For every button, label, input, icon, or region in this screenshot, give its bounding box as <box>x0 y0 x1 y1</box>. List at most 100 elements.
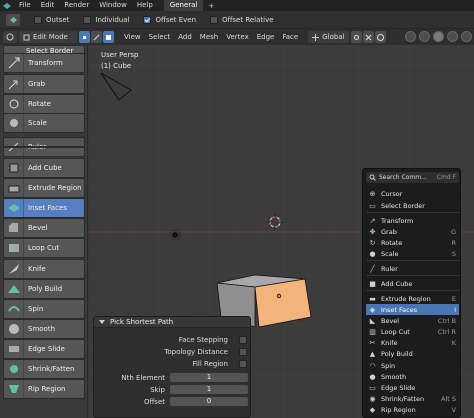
menu-help[interactable]: Help <box>132 0 158 11</box>
pivot-point-icon[interactable] <box>350 31 362 43</box>
offset-relative-check-box[interactable] <box>210 15 219 24</box>
popup-item-inset-faces[interactable]: ◆ Inset Faces I <box>366 304 459 315</box>
shelf-item-rotate[interactable]: Rotate <box>3 94 85 114</box>
blender-logo-icon[interactable] <box>0 0 14 11</box>
vertex-select-mode[interactable] <box>79 31 90 43</box>
offset-even-checkbox[interactable]: Offset Even <box>143 15 196 24</box>
outset-check-box[interactable] <box>34 15 42 24</box>
topology-distance-checkbox[interactable] <box>239 347 247 356</box>
popup-item-label: Scale <box>381 249 399 258</box>
individual-check-box[interactable] <box>83 15 92 24</box>
operator-redo-panel[interactable]: Pick Shortest Path Face Stepping Topolog… <box>93 316 251 418</box>
popup-item-rotate[interactable]: ↻ Rotate R <box>366 237 459 248</box>
inset-tool-icon[interactable] <box>6 13 20 26</box>
selected-face[interactable] <box>254 278 312 328</box>
nth-element-field[interactable]: 1 <box>170 373 248 382</box>
shelf-item-rip-region[interactable]: Rip Region <box>3 379 85 399</box>
viewport-object-name: (1) Cube <box>101 62 132 70</box>
menu-file[interactable]: File <box>14 0 36 11</box>
popup-item-extrude-region[interactable]: ▬ Extrude Region E <box>366 293 459 304</box>
operator-panel-header[interactable]: Pick Shortest Path <box>94 317 250 328</box>
proportional-edit-icon[interactable] <box>374 31 386 43</box>
outset-checkbox[interactable]: Outset <box>34 15 69 24</box>
popup-item-label: Ruler <box>381 264 398 273</box>
popup-item-transform[interactable]: ↗ Transform <box>366 215 459 226</box>
shelf-item-knife[interactable]: Knife <box>3 259 85 279</box>
menu-window[interactable]: Window <box>94 0 132 11</box>
shelf-item-loop-cut[interactable]: Loop Cut <box>3 238 85 258</box>
menu-render[interactable]: Render <box>59 0 94 11</box>
search-commands[interactable]: Search Comm... Cmd F <box>366 172 459 183</box>
face-stepping-row[interactable]: Face Stepping <box>94 334 252 345</box>
popup-item-select-border[interactable]: ▭ Select Border <box>366 200 459 211</box>
fill-region-checkbox[interactable] <box>239 359 247 368</box>
popup-item-loop-cut[interactable]: ▥ Loop Cut Ctrl R <box>366 326 459 337</box>
popup-item-add-cube[interactable]: ■ Add Cube <box>366 278 459 289</box>
shelf-item-shrink-fatten[interactable]: Shrink/Fatten <box>3 359 85 379</box>
offset-field[interactable]: 0 <box>170 397 248 406</box>
offset-relative-checkbox[interactable]: Offset Relative <box>210 15 274 24</box>
snap-icon[interactable] <box>362 31 374 43</box>
shelf-item-poly-build[interactable]: Poly Build <box>3 279 85 299</box>
popup-item-smooth[interactable]: ● Smooth <box>366 371 459 382</box>
popup-item-knife[interactable]: ✂ Knife K <box>366 337 459 348</box>
popup-item-bevel[interactable]: ◣ Bevel Ctrl B <box>366 315 459 326</box>
add-workspace-button[interactable]: + <box>203 2 219 10</box>
rendered-shading-icon[interactable] <box>461 31 472 42</box>
popup-item-rip-region[interactable]: ◆ Rip Region V <box>366 404 459 415</box>
menu-select[interactable]: Select <box>145 33 175 41</box>
shelf-item-spin[interactable]: Spin <box>3 299 85 319</box>
mode-dropdown[interactable]: Edit Mode <box>19 31 77 43</box>
3d-cursor[interactable] <box>267 214 283 230</box>
shelf-item-transform[interactable]: Transform <box>3 53 85 73</box>
orientation-dropdown[interactable]: Global <box>308 31 349 43</box>
popup-item-poly-build[interactable]: ▲ Poly Build <box>366 348 459 359</box>
popup-item-shrink-fatten[interactable]: ◉ Shrink/Fatten Alt S <box>366 393 459 404</box>
editor-type-button[interactable] <box>3 31 17 43</box>
menu-edit[interactable]: Edit <box>36 0 60 11</box>
offset-even-check-box[interactable] <box>143 15 152 24</box>
menu-mesh[interactable]: Mesh <box>196 33 222 41</box>
shelf-item-label: Poly Build <box>28 285 63 293</box>
shelf-item-label: Grab <box>28 80 46 88</box>
menu-edge[interactable]: Edge <box>253 33 279 41</box>
collapse-arrow-icon[interactable] <box>99 320 105 324</box>
popup-item-grab[interactable]: ✥ Grab G <box>366 226 459 237</box>
light-object[interactable] <box>169 229 181 241</box>
overlays-icon[interactable] <box>405 31 416 42</box>
menu-view[interactable]: View <box>120 33 145 41</box>
xray-icon[interactable] <box>419 31 430 42</box>
shrink-fatten-icon: ◉ <box>369 394 376 403</box>
popup-separator <box>366 275 459 276</box>
edge-select-mode[interactable] <box>91 31 102 43</box>
menu-add[interactable]: Add <box>174 33 196 41</box>
topology-distance-row[interactable]: Topology Distance <box>94 346 252 357</box>
workspace-tab-general[interactable]: General <box>163 0 204 11</box>
shelf-item-edge-slide[interactable]: Edge Slide <box>3 339 85 359</box>
popup-item-edge-slide[interactable]: ▭ Edge Slide <box>366 382 459 393</box>
popup-item-spin[interactable]: ◠ Spin <box>366 360 459 371</box>
shelf-item-add-cube[interactable]: Add Cube <box>3 158 85 178</box>
fill-region-row[interactable]: Fill Region <box>94 358 252 369</box>
solid-shading-icon[interactable] <box>433 31 444 42</box>
face-select-mode[interactable] <box>103 31 114 43</box>
individual-checkbox[interactable]: Individual <box>83 15 129 24</box>
shelf-item-bevel[interactable]: Bevel <box>3 218 85 238</box>
material-shading-icon[interactable] <box>447 31 458 42</box>
menu-face[interactable]: Face <box>278 33 302 41</box>
face-stepping-checkbox[interactable] <box>239 335 247 344</box>
popup-item-label: Shrink/Fatten <box>381 394 425 403</box>
shelf-item-extrude-region[interactable]: Extrude Region <box>3 178 85 198</box>
popup-item-ruler[interactable]: ╱ Ruler <box>366 263 459 274</box>
shelf-item-smooth[interactable]: Smooth <box>3 319 85 339</box>
popup-item-scale[interactable]: ● Scale S <box>366 248 459 259</box>
rip-region-icon: ◆ <box>369 405 376 414</box>
transform-icon: ↗ <box>369 216 376 225</box>
popup-item-cursor[interactable]: ⊕ Cursor <box>366 188 459 199</box>
menu-vertex[interactable]: Vertex <box>222 33 253 41</box>
camera-object[interactable] <box>100 72 132 101</box>
skip-field[interactable]: 1 <box>170 385 248 394</box>
shelf-item-inset-faces[interactable]: Inset Faces <box>3 198 85 218</box>
shelf-item-grab[interactable]: Grab <box>3 74 85 94</box>
shelf-item-scale[interactable]: Scale <box>3 113 85 133</box>
